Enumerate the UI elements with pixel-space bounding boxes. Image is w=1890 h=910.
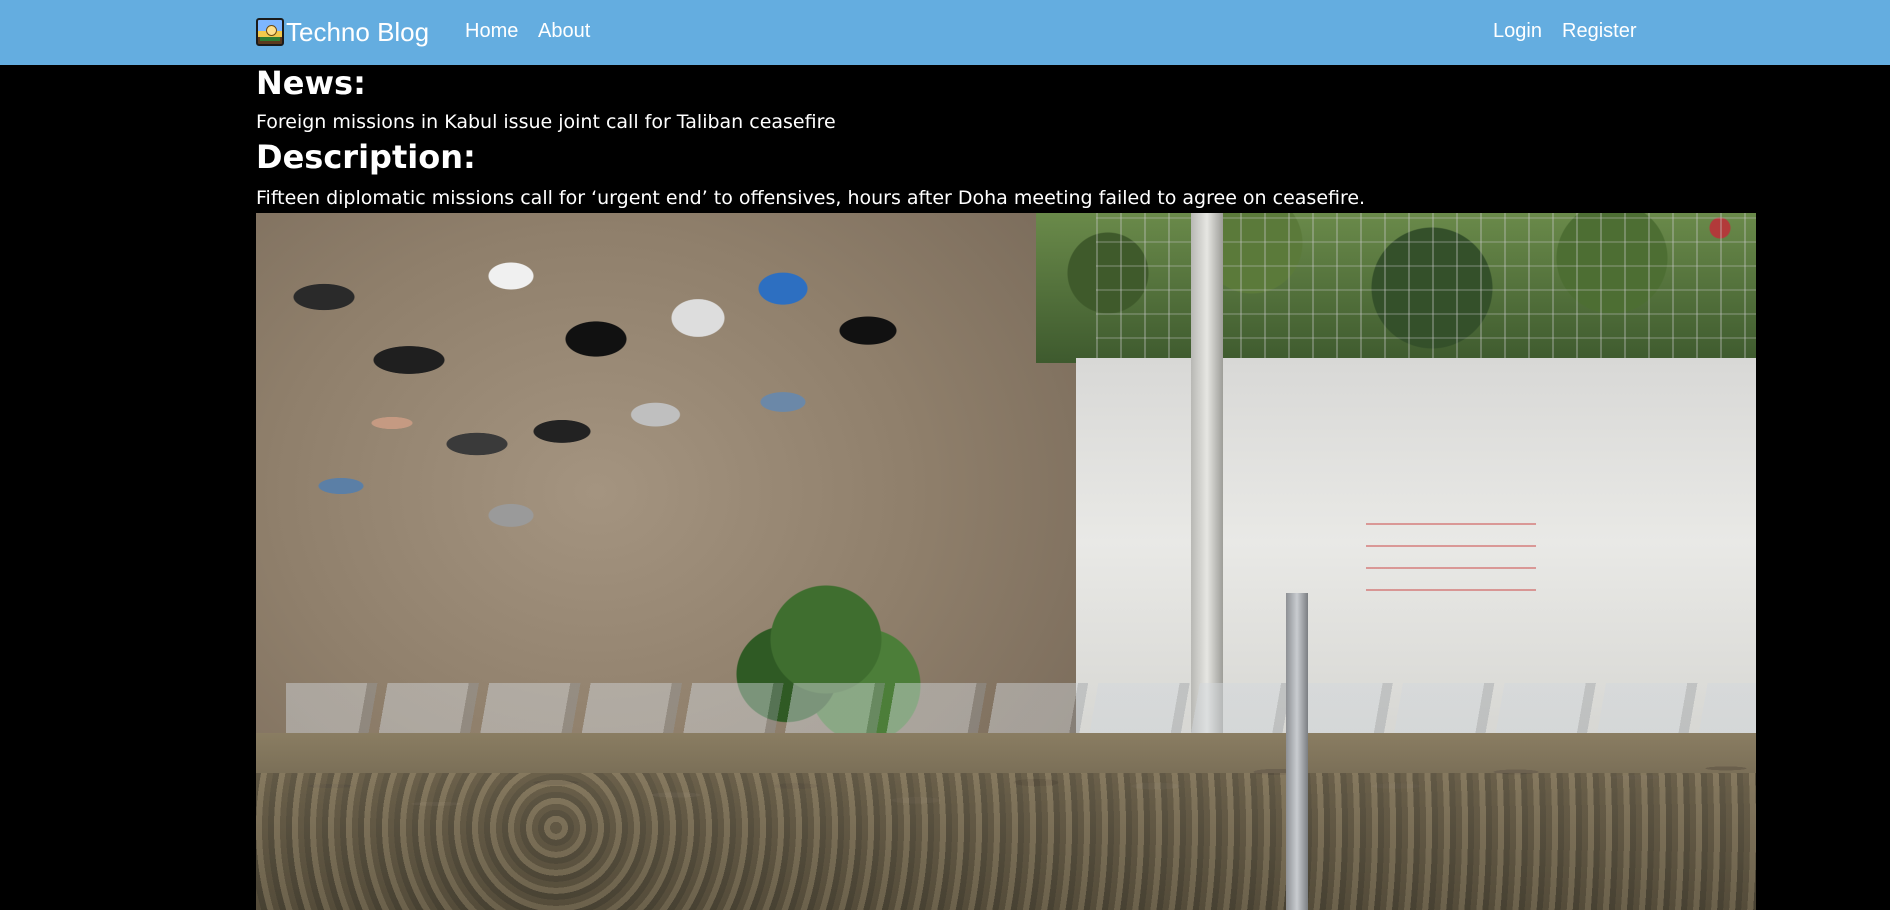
- photo-metal-post: [1286, 593, 1308, 910]
- news-description: Fifteen diplomatic missions call for ‘ur…: [256, 187, 1366, 209]
- photo-wall-graffiti: [1366, 513, 1536, 603]
- description-heading: Description:: [256, 138, 476, 176]
- news-title: Foreign missions in Kabul issue joint ca…: [256, 111, 836, 133]
- nav-link-home[interactable]: Home: [465, 18, 518, 44]
- article-photo: [256, 213, 1756, 910]
- nav-link-login[interactable]: Login: [1493, 18, 1542, 44]
- photo-crowd: [256, 213, 1106, 633]
- nav-link-register[interactable]: Register: [1562, 18, 1636, 44]
- photo-camouflage: [256, 773, 1756, 910]
- brand-link[interactable]: Techno Blog: [256, 16, 429, 48]
- top-navbar: Techno Blog Home About Login Register: [0, 0, 1890, 65]
- brand-title: Techno Blog: [286, 17, 430, 47]
- nav-link-about[interactable]: About: [538, 18, 590, 44]
- news-heading: News:: [256, 64, 366, 102]
- blog-logo-icon: [256, 18, 284, 46]
